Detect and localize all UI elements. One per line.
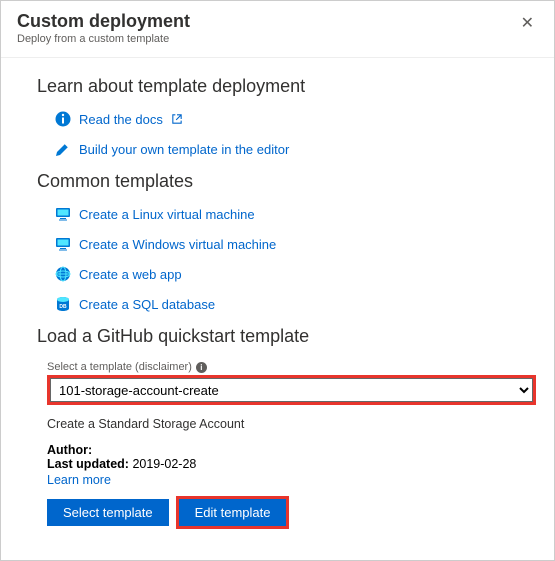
link-create-sql-db[interactable]: DB Create a SQL database: [55, 296, 530, 312]
section-heading-learn: Learn about template deployment: [37, 76, 530, 97]
info-icon: [55, 111, 71, 127]
web-app-icon: [55, 266, 71, 282]
vm-icon: [55, 236, 71, 252]
link-create-linux-vm[interactable]: Create a Linux virtual machine: [55, 206, 530, 222]
blade-subtitle: Deploy from a custom template: [17, 33, 517, 45]
vm-icon: [55, 206, 71, 222]
select-template-button[interactable]: Select template: [47, 499, 169, 526]
section-heading-github: Load a GitHub quickstart template: [37, 326, 530, 347]
external-link-icon: [172, 114, 182, 124]
link-read-docs[interactable]: Read the docs: [55, 111, 530, 127]
section-heading-common: Common templates: [37, 171, 530, 192]
select-template-label: Select a template (disclaimer): [47, 361, 192, 373]
template-select-highlight: 101-storage-account-create: [47, 375, 536, 405]
author-label: Author:: [47, 443, 92, 457]
link-label: Create a web app: [79, 267, 182, 282]
updated-value: 2019-02-28: [132, 457, 196, 471]
link-label: Read the docs: [79, 112, 163, 127]
link-build-template[interactable]: Build your own template in the editor: [55, 141, 530, 157]
link-create-web-app[interactable]: Create a web app: [55, 266, 530, 282]
updated-label: Last updated:: [47, 457, 129, 471]
info-tooltip-icon[interactable]: i: [196, 362, 207, 373]
template-select[interactable]: 101-storage-account-create: [50, 378, 533, 402]
link-label: Create a SQL database: [79, 297, 215, 312]
edit-template-button[interactable]: Edit template: [179, 499, 287, 526]
blade-title: Custom deployment: [17, 11, 517, 32]
learn-more-link[interactable]: Learn more: [47, 473, 111, 487]
link-create-windows-vm[interactable]: Create a Windows virtual machine: [55, 236, 530, 252]
link-label: Build your own template in the editor: [79, 142, 289, 157]
pencil-icon: [55, 141, 71, 157]
svg-text:DB: DB: [59, 304, 67, 310]
link-label: Create a Windows virtual machine: [79, 237, 276, 252]
link-label: Create a Linux virtual machine: [79, 207, 255, 222]
close-button[interactable]: ✕: [517, 11, 538, 35]
template-description: Create a Standard Storage Account: [47, 417, 530, 431]
database-icon: DB: [55, 296, 71, 312]
